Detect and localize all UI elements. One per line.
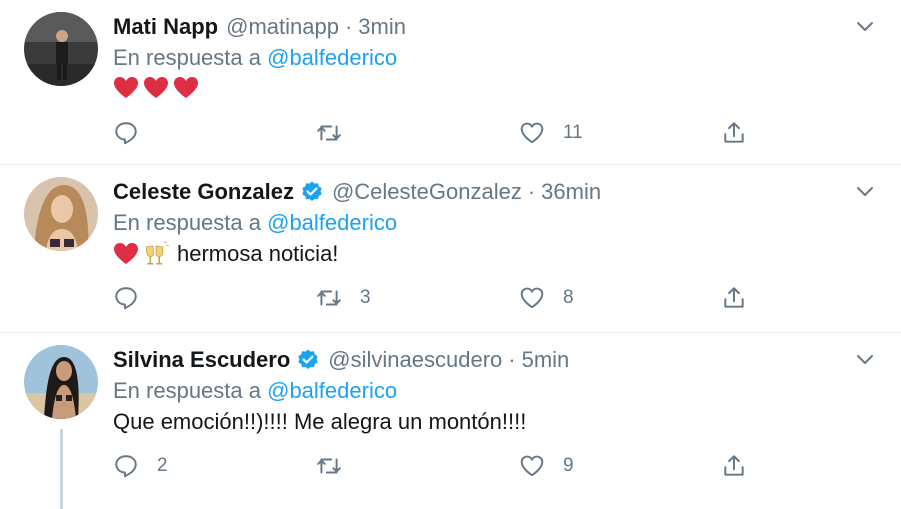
author-name[interactable]: Celeste Gonzalez <box>113 179 294 205</box>
reply-button[interactable] <box>113 120 157 146</box>
tweet-header: Celeste Gonzalez @CelesteGonzalez · 36mi… <box>113 177 831 207</box>
tweet-header: Mati Napp @matinapp · 3min <box>113 12 831 42</box>
reply-context: En respuesta a @balfederico <box>113 45 397 71</box>
chevron-down-icon[interactable] <box>855 349 875 369</box>
tweet-text: hermosa noticia! <box>113 241 338 267</box>
share-button[interactable] <box>721 453 747 479</box>
like-count: 9 <box>563 455 574 476</box>
share-icon <box>724 122 744 143</box>
tweet-body: hermosa noticia! <box>177 241 339 266</box>
red-heart-emoji-icon <box>174 77 198 98</box>
like-button[interactable]: 9 <box>519 453 574 479</box>
retweet-button[interactable] <box>316 120 360 146</box>
author-name[interactable]: Mati Napp <box>113 14 218 40</box>
verified-badge-icon <box>300 180 324 204</box>
like-icon <box>520 122 544 144</box>
timestamp[interactable]: 36min <box>541 179 601 205</box>
reply-context: En respuesta a @balfederico <box>113 378 397 404</box>
tweet[interactable]: Celeste Gonzalez @CelesteGonzalez · 36mi… <box>0 165 901 333</box>
tweet-header: Silvina Escudero @silvinaescudero · 5min <box>113 345 831 375</box>
action-bar: 2 9 <box>113 453 753 483</box>
reply-prefix: En respuesta a <box>113 210 261 235</box>
separator-dot: · <box>344 14 353 39</box>
reply-mention-link[interactable]: @balfederico <box>267 210 397 235</box>
retweet-button[interactable]: 3 <box>316 285 371 311</box>
avatar[interactable] <box>24 177 98 251</box>
verified-badge-icon <box>296 348 320 372</box>
timestamp[interactable]: 3min <box>358 14 406 40</box>
reply-context: En respuesta a @balfederico <box>113 210 397 236</box>
reply-button[interactable]: 2 <box>113 453 168 479</box>
like-icon <box>520 455 544 477</box>
reply-mention-link[interactable]: @balfederico <box>267 378 397 403</box>
chevron-down-icon[interactable] <box>855 16 875 36</box>
retweet-icon <box>317 458 341 474</box>
avatar[interactable] <box>24 345 98 419</box>
avatar[interactable] <box>24 12 98 86</box>
retweet-count: 3 <box>360 287 371 308</box>
like-button[interactable]: 11 <box>519 120 583 146</box>
separator-dot: · <box>527 179 536 204</box>
retweet-icon <box>317 290 341 306</box>
retweet-icon <box>317 125 341 141</box>
share-button[interactable] <box>721 120 747 146</box>
tweet[interactable]: Silvina Escudero @silvinaescudero · 5min… <box>0 333 901 509</box>
reply-prefix: En respuesta a <box>113 45 261 70</box>
separator-dot: · <box>508 347 516 372</box>
author-handle[interactable]: @CelesteGonzalez <box>332 179 522 205</box>
author-handle[interactable]: @silvinaescudero <box>328 347 502 373</box>
comment-icon <box>115 287 137 310</box>
like-count: 8 <box>563 287 574 308</box>
reply-button[interactable] <box>113 285 157 311</box>
like-button[interactable]: 8 <box>519 285 574 311</box>
thread-line <box>60 429 63 509</box>
red-heart-emoji-icon <box>114 77 138 98</box>
action-bar: 11 <box>113 120 753 150</box>
comment-icon <box>115 455 137 478</box>
tweet-text <box>113 76 203 100</box>
reply-prefix: En respuesta a <box>113 378 261 403</box>
like-count: 11 <box>563 122 583 143</box>
red-heart-emoji-icon <box>114 243 138 264</box>
share-icon <box>724 455 744 476</box>
tweet[interactable]: Mati Napp @matinapp · 3min En respuesta … <box>0 0 901 165</box>
like-icon <box>520 287 544 309</box>
share-icon <box>724 287 744 308</box>
share-button[interactable] <box>721 285 747 311</box>
reply-mention-link[interactable]: @balfederico <box>267 45 397 70</box>
chevron-down-icon[interactable] <box>855 181 875 201</box>
tweet-body: Que emoción!!)!!!! Me alegra un montón!!… <box>113 409 527 434</box>
tweet-text: Que emoción!!)!!!! Me alegra un montón!!… <box>113 409 526 435</box>
author-name[interactable]: Silvina Escudero <box>113 347 290 373</box>
clinking-glasses-emoji-icon <box>145 241 169 265</box>
timestamp[interactable]: 5min <box>522 347 570 373</box>
reply-count: 2 <box>157 455 168 476</box>
red-heart-emoji-icon <box>144 77 168 98</box>
comment-icon <box>115 122 137 145</box>
retweet-button[interactable] <box>316 453 360 479</box>
action-bar: 3 8 <box>113 285 753 315</box>
author-handle[interactable]: @matinapp <box>226 14 339 40</box>
